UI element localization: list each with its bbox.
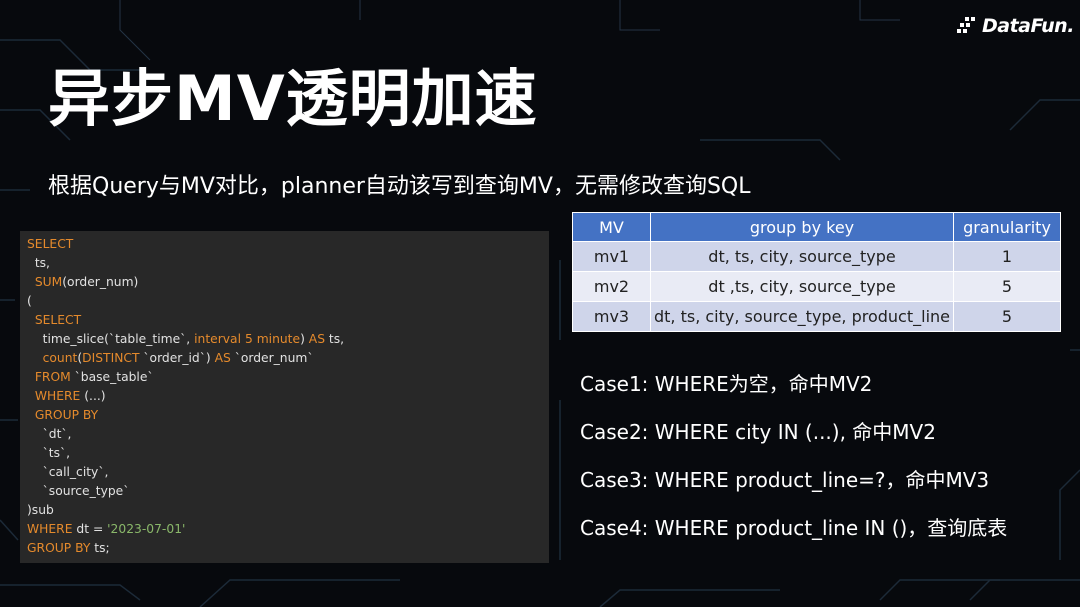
code-token: `base_table` [70,370,154,384]
code-token: SELECT [34,313,82,327]
code-token: ( [27,294,32,308]
code-token: time_slice(`table_time`, [27,332,195,346]
cell-group-by-key: dt ,ts, city, source_type [650,271,954,302]
code-token: (...) [80,389,106,403]
code-line: GROUP BY [20,406,549,425]
cell-group-by-key: dt, ts, city, source_type [650,241,954,272]
table-row: mv2 dt ,ts, city, source_type 5 [572,271,1061,302]
code-token: SELECT [27,237,74,251]
case-list: Case1: WHERE为空，命中MV2 Case2: WHERE city I… [580,371,1007,563]
code-token: ) [300,332,309,346]
datafun-logo: DataFun. [957,12,1074,40]
code-token: ts, [325,332,345,346]
page-title: 异步MV透明加速 [48,62,538,135]
table-row: mv1 dt, ts, city, source_type 1 [572,241,1061,272]
code-token: SUM [34,275,63,289]
code-line: time_slice(`table_time`, interval 5 minu… [20,330,549,349]
code-token: `order_id`) [139,351,215,365]
sql-code-block: SELECT ts, SUM(order_num) ( SELECT time_s… [20,231,549,563]
code-token: 5 [244,332,253,346]
header-granularity: granularity [953,212,1061,242]
code-token: WHERE [27,522,73,536]
code-token: dt = [72,522,108,536]
code-line: count(DISTINCT `order_id`) AS `order_num… [20,349,549,368]
code-token: `dt`, [27,427,72,441]
code-token: AS [308,332,325,346]
table-header-row: MV group by key granularity [572,212,1061,242]
code-line: `source_type` [20,482,549,501]
code-token: ts, [27,256,50,270]
code-line: SUM(order_num) [20,273,549,292]
header-group-by-key: group by key [650,212,954,242]
case-item-3: Case3: WHERE product_line=?，命中MV3 [580,468,990,492]
code-line: `dt`, [20,425,549,444]
code-token: minute [256,332,301,346]
code-token: )sub [27,503,54,517]
code-line: ts, [20,254,549,273]
logo-text: DataFun. [982,15,1074,37]
code-token: GROUP BY [34,408,99,422]
code-line: ( [20,292,549,311]
case-item-4: Case4: WHERE product_line IN ()，查询底表 [580,516,1008,540]
cell-mv: mv1 [572,241,651,272]
code-token: AS [214,351,231,365]
code-token: FROM [34,370,71,384]
code-line: )sub [20,501,549,520]
header-mv: MV [572,212,651,242]
code-token: count [42,351,78,365]
code-line: WHERE (...) [20,387,549,406]
code-token: `order_num` [230,351,314,365]
logo-dots-icon [957,17,975,33]
code-token: '2023-07-01' [107,522,186,536]
code-token: `call_city`, [27,465,109,479]
cell-granularity: 5 [953,271,1061,302]
code-line: `call_city`, [20,463,549,482]
code-line: SELECT [20,235,549,254]
code-line: FROM `base_table` [20,368,549,387]
code-token: interval [194,332,242,346]
code-line: SELECT [20,311,549,330]
table-row: mv3 dt, ts, city, source_type, product_l… [572,301,1061,332]
subtitle: 根据Query与MV对比，planner自动该写到查询MV，无需修改查询SQL [48,174,751,199]
code-token: GROUP BY [27,541,91,555]
case-item-2: Case2: WHERE city IN (...), 命中MV2 [580,420,936,444]
case-item-1: Case1: WHERE为空，命中MV2 [580,372,873,396]
cell-granularity: 5 [953,301,1061,332]
code-token: `ts`, [27,446,71,460]
code-line: GROUP BY ts; [20,539,549,558]
cell-granularity: 1 [953,241,1061,272]
mv-table: MV group by key granularity mv1 dt, ts, … [572,212,1061,332]
cell-mv: mv3 [572,301,651,332]
code-line: WHERE dt = '2023-07-01' [20,520,549,539]
code-token: WHERE [34,389,81,403]
code-token: DISTINCT [82,351,140,365]
code-token: (order_num) [62,275,139,289]
cell-group-by-key: dt, ts, city, source_type, product_line [650,301,954,332]
code-token: `source_type` [27,484,130,498]
code-line: `ts`, [20,444,549,463]
code-token: ts; [90,541,110,555]
cell-mv: mv2 [572,271,651,302]
